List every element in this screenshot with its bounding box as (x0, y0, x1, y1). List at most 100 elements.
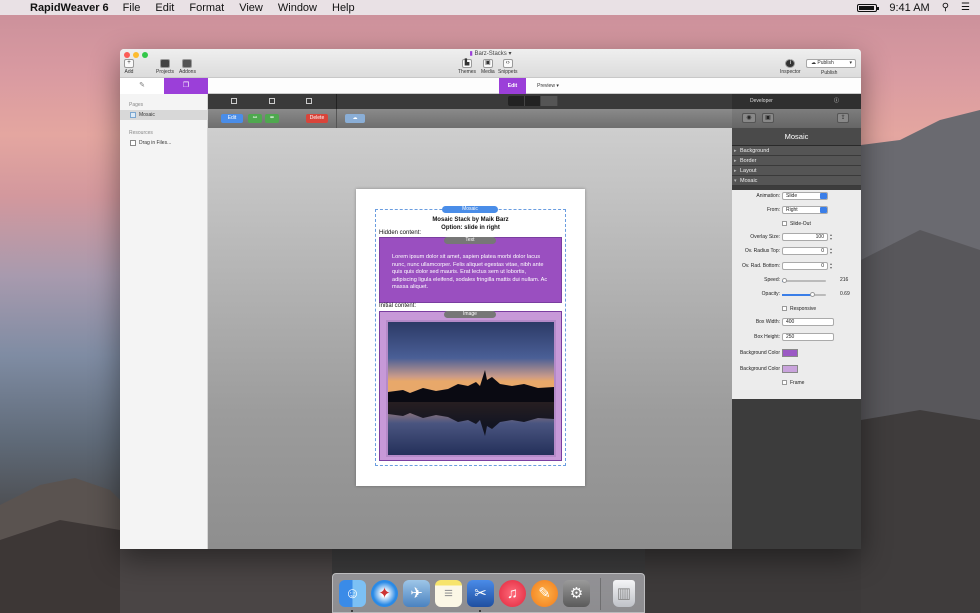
notes-icon[interactable]: ≡ (435, 580, 462, 607)
responsive-row: Responsive (732, 305, 861, 314)
window-title: ▮ Barz-Stacks ▾ (469, 51, 512, 57)
stacks-library-icon[interactable] (231, 98, 237, 104)
frame-checkbox[interactable] (782, 380, 787, 385)
inspector-button[interactable]: i Inspector (780, 59, 801, 75)
slider-knob[interactable] (809, 292, 815, 297)
sidebar-item-drag-files[interactable]: Drag in Files... (120, 138, 207, 148)
app-menu[interactable]: RapidWeaver 6 (30, 2, 109, 14)
inspector-top-bar: Developer ⓘ (732, 94, 861, 109)
ov-rad-bottom-stepper[interactable]: ▴ ▾ (830, 262, 834, 270)
section-background[interactable]: Background (732, 146, 861, 156)
animation-select[interactable]: Slide (782, 192, 828, 200)
select-arrow-icon (820, 207, 827, 213)
lorem-text[interactable]: Lorem ipsum dolor sit amet, sapien plate… (392, 254, 552, 292)
resources-heading: Resources (129, 130, 153, 136)
sidebar-item-mosaic[interactable]: Mosaic (120, 110, 207, 120)
itunes-icon[interactable]: ♫ (499, 580, 526, 607)
trash-icon[interactable]: ▥ (613, 580, 635, 607)
system-preferences-icon[interactable]: ⚙ (563, 580, 590, 607)
hidden-content-label: Hidden content: (379, 230, 422, 236)
inspector-title: Mosaic (732, 128, 861, 146)
sidebar: Pages Mosaic Resources Drag in Files... (120, 94, 208, 549)
delete-stack-button[interactable]: Delete (306, 114, 328, 123)
cloud-stacks-button[interactable]: ☁ (345, 114, 365, 123)
section-layout[interactable]: Layout (732, 166, 861, 176)
stack-badge-mosaic[interactable]: Mosaic (442, 206, 498, 213)
notification-center-icon[interactable]: ☰ (961, 2, 970, 13)
overlay-size-stepper[interactable]: ▴ ▾ (830, 233, 834, 241)
app-window: ▮ Barz-Stacks ▾ + Add Projects Addons ▙ Th… (120, 49, 861, 549)
unlink-button[interactable]: ⚮ (265, 114, 279, 123)
addons-button[interactable]: Addons (179, 59, 196, 75)
slide-out-checkbox[interactable] (782, 221, 787, 226)
mail-icon[interactable]: ✈ (403, 580, 430, 607)
add-button[interactable]: + Add (124, 59, 134, 75)
stacks-toolbar (208, 94, 732, 109)
background-color-row-1: Background Color (732, 349, 861, 358)
stacks-actions-bar: Edit ⚯ ⚮ Delete ☁ (208, 109, 732, 128)
opacity-slider[interactable] (782, 292, 826, 297)
view-mode-segmented[interactable] (508, 96, 559, 106)
initial-content-label: Initial content: (379, 303, 417, 309)
columns-icon[interactable] (269, 98, 275, 104)
spotlight-search-icon[interactable]: ⚲ (942, 2, 949, 13)
box-width-field[interactable]: 400 (782, 318, 834, 326)
tab-edit[interactable]: Edit (499, 78, 526, 94)
stack-badge-text[interactable]: Text (444, 237, 496, 244)
safari-icon[interactable]: ✦ (371, 580, 398, 607)
snippets-button[interactable]: ‹› Snippets (498, 59, 517, 75)
lock-icon[interactable]: ▣ (762, 113, 774, 123)
tab-wrench[interactable]: ✎ (120, 78, 164, 94)
section-border[interactable]: Border (732, 156, 861, 166)
menu-view[interactable]: View (239, 2, 263, 14)
battery-icon[interactable] (857, 3, 880, 12)
export-icon[interactable]: ⇪ (837, 113, 849, 123)
responsive-checkbox[interactable] (782, 306, 787, 311)
menu-edit[interactable]: Edit (155, 2, 174, 14)
projects-button[interactable]: Projects (156, 59, 174, 75)
box-height-field[interactable]: 250 (782, 333, 834, 341)
menu-format[interactable]: Format (189, 2, 224, 14)
from-row: From: Right (732, 206, 861, 215)
publish-dropdown[interactable]: ☁ Publish ▾ (806, 59, 856, 68)
ov-radius-top-stepper[interactable]: ▴ ▾ (830, 247, 834, 255)
publish-label: Publish (821, 70, 838, 76)
developer-label[interactable]: Developer (750, 98, 773, 104)
overlay-size-field[interactable]: 100 (782, 233, 828, 241)
menu-file[interactable]: File (123, 2, 141, 14)
ibooks-icon[interactable]: ✎ (531, 580, 558, 607)
box-height-row: Box Height: 250 (732, 333, 861, 342)
snippets-icon: ‹› (502, 59, 513, 68)
text-stack[interactable]: Text Lorem ipsum dolor sit amet, sapien … (379, 237, 562, 303)
from-select[interactable]: Right (782, 206, 828, 214)
slider-knob[interactable] (781, 278, 787, 283)
link-button[interactable]: ⚯ (248, 114, 262, 123)
menu-help[interactable]: Help (332, 2, 355, 14)
mosaic-stack[interactable]: Mosaic Mosaic Stack by Maik Barz Option:… (375, 206, 566, 466)
editor-area: Edit ⚯ ⚮ Delete ☁ Mosaic Mosaic Stack by… (208, 94, 732, 549)
ov-radius-top-field[interactable]: 0 (782, 247, 828, 255)
pages-heading: Pages (129, 102, 144, 108)
media-button[interactable]: ▣ Media (481, 59, 495, 75)
rapidweaver-icon[interactable]: ✂ (467, 580, 494, 607)
background-color-swatch-1[interactable] (782, 349, 798, 357)
night-cityscape-image (388, 322, 554, 455)
section-mosaic[interactable]: Mosaic (732, 176, 861, 186)
speed-slider[interactable] (781, 278, 826, 283)
edit-stack-button[interactable]: Edit (221, 114, 243, 123)
finder-icon[interactable]: ☺ (339, 580, 366, 607)
background-color-swatch-2[interactable] (782, 365, 798, 373)
themes-button[interactable]: ▙ Themes (458, 59, 476, 75)
info-icon[interactable]: ⓘ (834, 94, 839, 109)
menu-window[interactable]: Window (278, 2, 317, 14)
ov-rad-bottom-field[interactable]: 0 (782, 262, 828, 270)
image-icon[interactable] (306, 98, 312, 104)
image-stack[interactable]: Image (379, 311, 562, 461)
dock: ☺ ✦ ✈ ≡ ✂ ♫ ✎ ⚙ ▥ (332, 573, 645, 613)
stack-badge-image[interactable]: Image (444, 311, 496, 318)
clock[interactable]: 9:41 AM (889, 2, 929, 14)
tab-pages[interactable]: ❐ (164, 78, 208, 94)
speed-value: 216 (840, 277, 849, 283)
tab-preview[interactable]: Preview ▾ (529, 78, 567, 94)
eye-icon[interactable]: ◉ (742, 113, 756, 123)
